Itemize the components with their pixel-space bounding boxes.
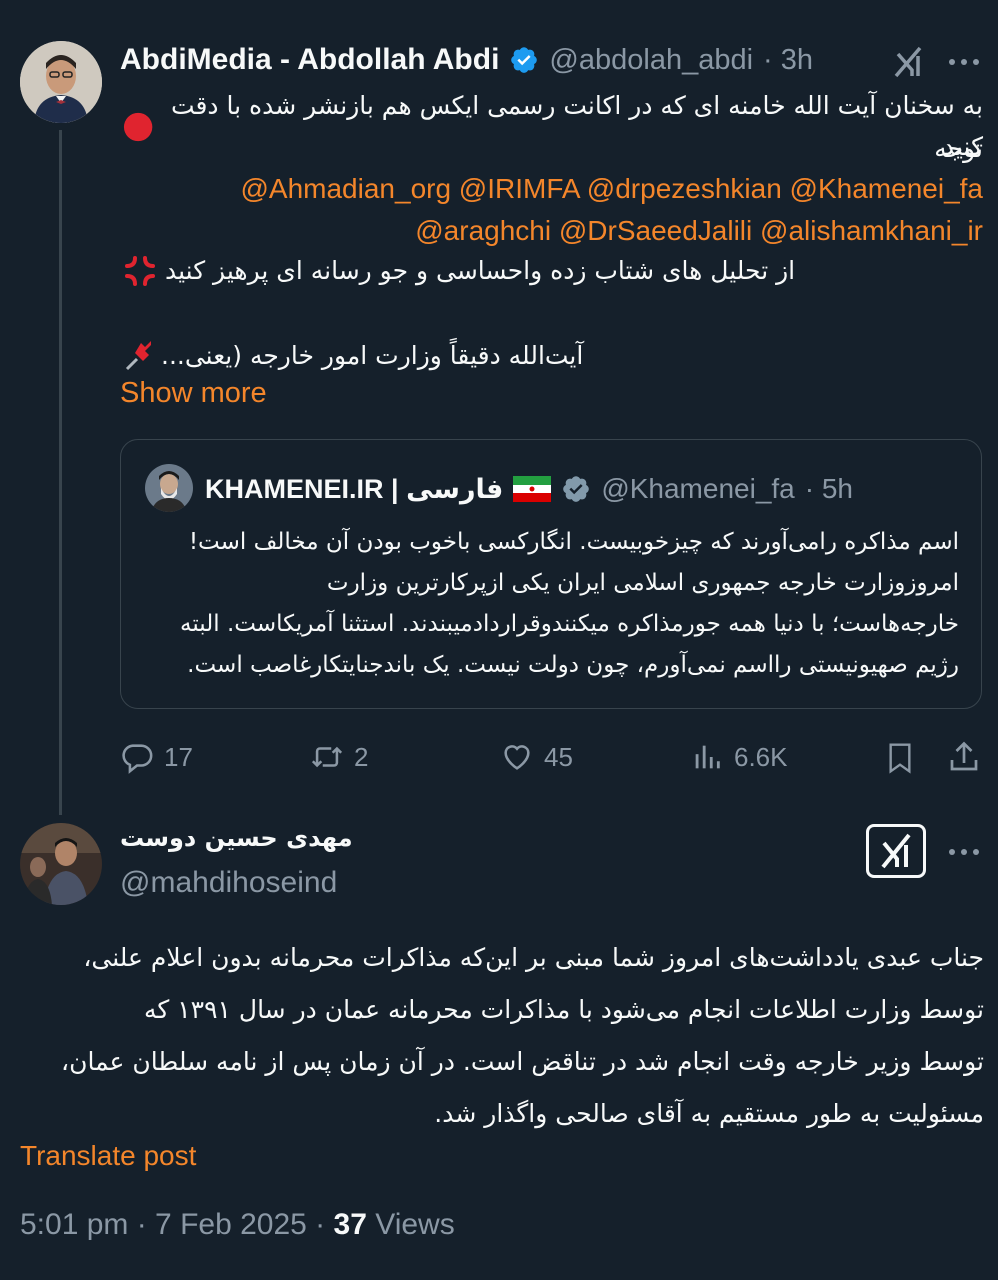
- reply-button[interactable]: 17: [120, 735, 193, 779]
- post-time[interactable]: · 3h: [763, 44, 813, 77]
- heart-icon: [504, 745, 530, 770]
- bookmark-icon[interactable]: [884, 740, 916, 776]
- anger-icon: [125, 255, 155, 286]
- quoted-author-avatar: [145, 464, 193, 512]
- reply-author-handle[interactable]: @mahdihoseind: [120, 866, 337, 900]
- more-icon[interactable]: [947, 52, 981, 72]
- share-icon[interactable]: [946, 739, 982, 775]
- grok-icon[interactable]: [890, 44, 926, 80]
- verified-badge-icon: [511, 47, 538, 73]
- views-label: Views: [375, 1208, 455, 1241]
- views-button[interactable]: 6.6K: [690, 735, 788, 779]
- author-avatar[interactable]: [20, 41, 102, 123]
- iran-flag-icon: [513, 476, 552, 502]
- reply-author-avatar[interactable]: [20, 823, 102, 905]
- tweet-line-4: آیت‌الله دقیقاً وزارت امور خارجه (یعنی..…: [161, 341, 584, 370]
- quoted-text-line: اسم مذاکره رامی‌آورند که چیزخوبیست. انگا…: [188, 529, 959, 555]
- post-timestamp[interactable]: 5:01 pm · 7 Feb 2025 ·: [20, 1208, 325, 1241]
- quoted-tweet-card[interactable]: KHAMENEI.IR | فارسی @Khamenei_fa · 5h اس…: [120, 439, 982, 709]
- show-more-link[interactable]: Show more: [120, 377, 267, 410]
- gray-verified-badge-icon: [563, 476, 590, 502]
- quoted-text-line: خارجه‌هاست؛ با دنیا همه جورمذاکره میکنند…: [180, 611, 959, 637]
- quoted-text-line: امروزوزارت خارجه جمهوری اسلامی ایران یکی…: [326, 570, 959, 596]
- tweet-line-2: کنید: [942, 132, 983, 161]
- repost-button[interactable]: 2: [310, 735, 368, 779]
- like-button[interactable]: 45: [500, 735, 573, 779]
- reply-text-line: توسط وزارت اطلاعات انجام می‌شود با مذاکر…: [143, 995, 984, 1024]
- mentions-line-1[interactable]: @Ahmadian_org @IRIMFA @drpezeshkian @Kha…: [113, 167, 983, 210]
- views-total: 37: [333, 1208, 367, 1241]
- reply-count: 17: [164, 741, 193, 772]
- reply-text-line: توسط وزیر خارجه وقت انجام شد در تناقض اس…: [61, 1047, 984, 1076]
- reply-author-name[interactable]: مهدی حسین دوست: [120, 824, 353, 852]
- views-icon: [695, 745, 720, 769]
- mentions-line-2[interactable]: @araghchi @DrSaeedJalili @alishamkhani_i…: [113, 209, 983, 252]
- repost-count: 2: [354, 741, 369, 772]
- tweet-line-3: از تحلیل های شتاب زده واحساسی و جو رسانه…: [165, 256, 796, 285]
- author-name[interactable]: AbdiMedia - Abdollah Abdi: [120, 43, 499, 77]
- repost-icon: [311, 746, 343, 768]
- quoted-text-line: رژیم صهیونیستی رااسم نمی‌آورم، چون دولت …: [187, 652, 959, 678]
- thread-line: [59, 130, 62, 815]
- grok-button[interactable]: [866, 824, 926, 878]
- reply-icon: [122, 744, 153, 774]
- reply-text-line: جناب عبدی یادداشت‌های امروز شما مبنی بر …: [83, 943, 984, 972]
- author-handle[interactable]: @abdolah_abdi: [549, 44, 753, 77]
- grok-icon: [881, 833, 911, 869]
- quoted-author-handle: @Khamenei_fa: [601, 473, 795, 504]
- pushpin-icon: [125, 340, 151, 370]
- reply-text-line: مسئولیت به طور مستقیم به آقای صالحی واگذ…: [434, 1099, 984, 1128]
- quoted-post-time: · 5h: [804, 473, 853, 504]
- translate-post-link[interactable]: Translate post: [20, 1140, 196, 1172]
- views-count: 6.6K: [734, 741, 788, 772]
- quoted-author-name: KHAMENEI.IR | فارسی: [205, 473, 504, 504]
- reply-more-icon[interactable]: [947, 842, 981, 862]
- like-count: 45: [544, 741, 573, 772]
